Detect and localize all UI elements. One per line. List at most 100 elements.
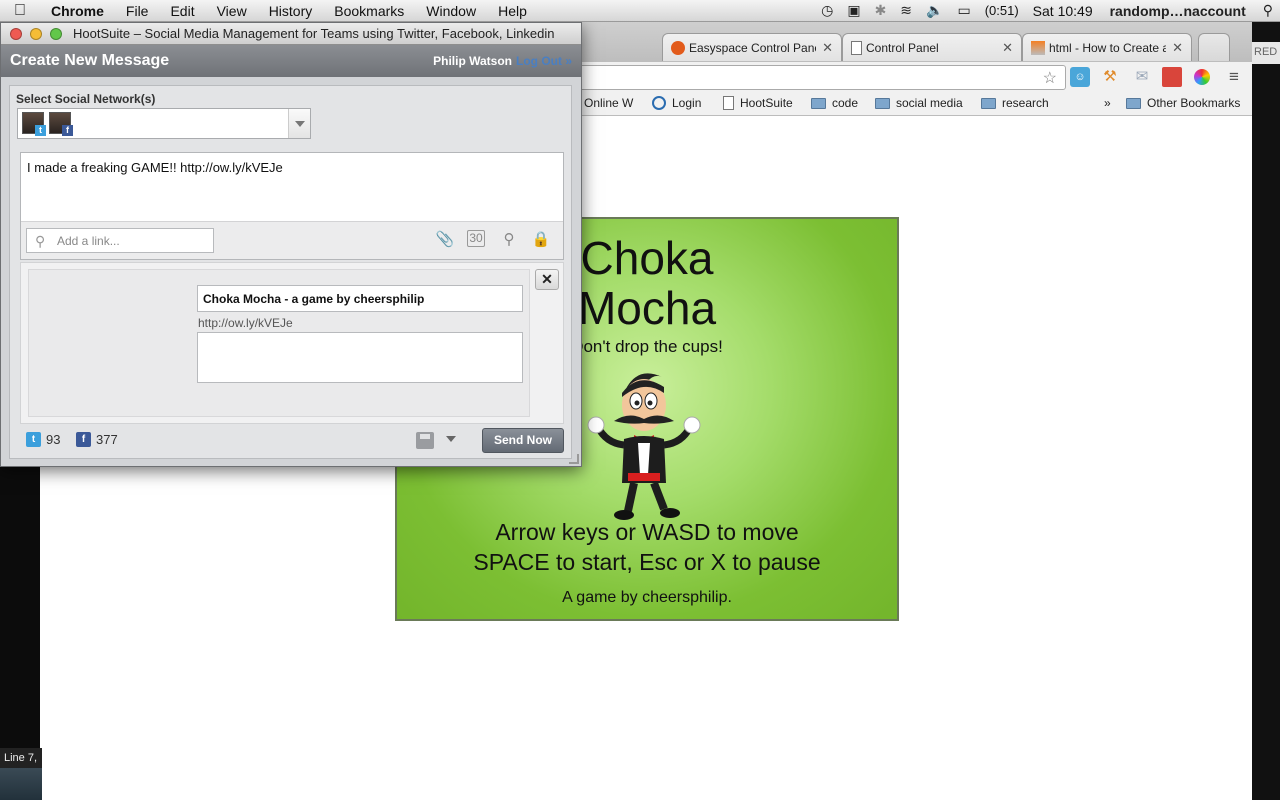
game-instructions-line2: SPACE to start, Esc or X to pause <box>473 549 821 575</box>
facebook-char-count: f 377 <box>76 432 118 447</box>
privacy-lock-icon[interactable]: 🔒 <box>531 230 551 250</box>
game-instructions-line1: Arrow keys or WASD to move <box>495 519 799 545</box>
folder-icon <box>981 97 996 109</box>
tab-label: html - How to Create a <box>1049 40 1167 55</box>
bookmark-label: research <box>1002 96 1049 110</box>
menu-bookmarks[interactable]: Bookmarks <box>323 3 415 19</box>
twitter-count-value: 93 <box>46 432 61 447</box>
send-options-chevron-icon[interactable] <box>446 436 456 442</box>
link-icon: ⚲ <box>35 233 46 249</box>
mac-menu-bar:  Chrome File Edit View History Bookmark… <box>0 0 1280 22</box>
battery-icon[interactable]: ▭ <box>950 2 977 19</box>
composer-toolbar: ⚲ Add a link... 📎 30 ⚲ 🔒 <box>21 221 563 259</box>
close-window-icon[interactable] <box>10 27 22 40</box>
compose-body: Select Social Network(s) t f I made a fr… <box>9 85 572 459</box>
bookmark-hootsuite[interactable]: HootSuite <box>723 96 793 110</box>
bookmark-star-icon[interactable]: ☆ <box>1043 68 1057 88</box>
bookmark-folder-code[interactable]: code <box>811 96 858 110</box>
bluetooth-icon[interactable]: ✱ <box>868 2 894 19</box>
location-pin-icon[interactable]: ⚲ <box>499 230 519 250</box>
preview-title-field[interactable]: Choka Mocha - a game by cheersphilip <box>197 285 523 312</box>
spotlight-search-icon[interactable]: ⚲ <box>1256 2 1280 19</box>
extension-tools-icon[interactable]: ⚒ <box>1100 67 1120 87</box>
link-preview-card: Choka Mocha - a game by cheersphilip htt… <box>28 269 530 417</box>
add-link-placeholder: Add a link... <box>57 234 120 248</box>
attachment-icon[interactable]: 📎 <box>435 230 455 250</box>
tab-close-icon[interactable]: ✕ <box>1172 40 1183 56</box>
bookmark-online[interactable]: Online W <box>584 96 633 110</box>
battery-time: (0:51) <box>984 3 1019 18</box>
bookmark-login[interactable]: Login <box>652 96 701 110</box>
network-dropdown-arrow[interactable] <box>288 109 310 138</box>
tab-easyspace[interactable]: Easyspace Control Panel ✕ <box>662 33 842 61</box>
chrome-menu-icon[interactable]: ≡ <box>1224 67 1244 87</box>
facebook-icon: f <box>62 125 73 136</box>
background-window-edge: RED <box>1252 22 1280 800</box>
stackoverflow-favicon-icon <box>1031 40 1045 55</box>
twitter-profile-avatar[interactable]: t <box>22 112 46 136</box>
display-icon[interactable]: ▣ <box>840 2 867 19</box>
mail-icon[interactable]: ✉ <box>1132 67 1152 87</box>
tab-stackoverflow[interactable]: html - How to Create a ✕ <box>1022 33 1192 61</box>
window-title: HootSuite – Social Media Management for … <box>73 26 555 41</box>
resize-grip-icon[interactable] <box>569 454 579 464</box>
tab-close-icon[interactable]: ✕ <box>1002 40 1013 56</box>
menu-clock[interactable]: Sat 10:49 <box>1026 3 1100 19</box>
bookmark-label: Online W <box>584 96 634 110</box>
facebook-icon: f <box>76 432 91 447</box>
twitter-icon: t <box>26 432 41 447</box>
compose-footer: t 93 f 377 Send Now <box>20 424 564 456</box>
page-icon <box>723 96 734 110</box>
bookmark-label: HootSuite <box>740 96 793 110</box>
message-composer[interactable]: I made a freaking GAME!! http://ow.ly/kV… <box>20 152 564 260</box>
hootsuite-titlebar: HootSuite – Social Media Management for … <box>1 23 581 45</box>
bookmark-other-bookmarks[interactable]: Other Bookmarks <box>1126 96 1240 110</box>
minimize-window-icon[interactable] <box>30 27 42 40</box>
apple-menu-icon[interactable]:  <box>0 2 40 20</box>
logout-link[interactable]: Log Out » <box>516 54 572 68</box>
close-preview-button[interactable]: ✕ <box>535 269 559 290</box>
social-network-selector[interactable]: t f <box>17 108 311 139</box>
bookmark-folder-social-media[interactable]: social media <box>875 96 963 110</box>
link-preview-panel: Choka Mocha - a game by cheersphilip htt… <box>20 262 564 424</box>
time-machine-icon[interactable]: ◷ <box>814 2 840 19</box>
extension-icon[interactable]: ☺ <box>1070 67 1090 87</box>
wifi-icon[interactable]: ≋ <box>893 2 919 19</box>
compose-title: Create New Message <box>10 52 170 69</box>
menu-history[interactable]: History <box>258 3 324 19</box>
zoom-window-icon[interactable] <box>50 27 62 40</box>
bookmarks-overflow-chevron[interactable]: » <box>1104 96 1111 110</box>
compose-header: Create New Message Philip Watson Log Out… <box>1 45 581 77</box>
hootsuite-window: HootSuite – Social Media Management for … <box>0 22 582 467</box>
menu-edit[interactable]: Edit <box>159 3 205 19</box>
folder-icon <box>875 97 890 109</box>
save-draft-icon[interactable] <box>416 432 434 449</box>
bookmark-label: Other Bookmarks <box>1147 96 1241 110</box>
extension-red-icon[interactable] <box>1162 67 1182 87</box>
facebook-profile-avatar[interactable]: f <box>49 112 73 136</box>
login-favicon-icon <box>652 96 666 110</box>
menu-window[interactable]: Window <box>415 3 487 19</box>
volume-icon[interactable]: 🔈 <box>919 2 950 19</box>
menu-help[interactable]: Help <box>487 3 538 19</box>
editor-status-bar: Line 7, <box>0 748 42 768</box>
select-network-label: Select Social Network(s) <box>16 92 156 106</box>
user-menu[interactable]: randomp…naccount <box>1100 3 1256 19</box>
bookmark-label: Login <box>672 96 702 110</box>
tab-label: Easyspace Control Panel <box>689 40 817 55</box>
dock-fragment <box>0 768 42 800</box>
bookmark-folder-research[interactable]: research <box>981 96 1049 110</box>
send-now-button[interactable]: Send Now <box>482 428 564 453</box>
preview-description-field[interactable] <box>197 332 523 383</box>
tab-close-icon[interactable]: ✕ <box>822 40 833 56</box>
message-textarea[interactable]: I made a freaking GAME!! http://ow.ly/kV… <box>27 160 283 175</box>
schedule-calendar-icon[interactable]: 30 <box>467 230 485 247</box>
tab-control-panel[interactable]: Control Panel ✕ <box>842 33 1022 61</box>
color-picker-icon[interactable] <box>1194 69 1210 85</box>
menu-file[interactable]: File <box>115 3 160 19</box>
menu-view[interactable]: View <box>206 3 258 19</box>
easyspace-favicon-icon <box>671 40 685 55</box>
new-tab-button[interactable] <box>1198 33 1230 61</box>
add-link-input[interactable]: ⚲ Add a link... <box>26 228 214 253</box>
menu-app-chrome[interactable]: Chrome <box>40 3 115 19</box>
